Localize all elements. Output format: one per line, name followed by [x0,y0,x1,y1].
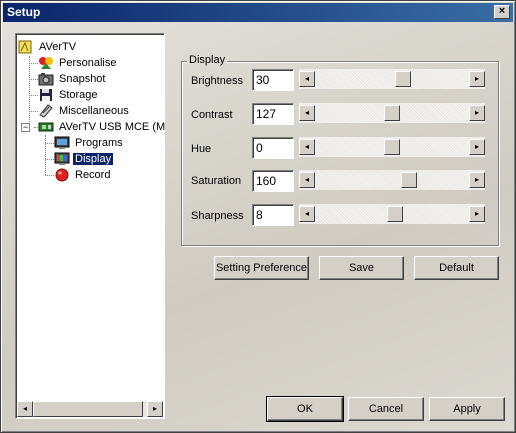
hue-field[interactable]: 0 [252,137,294,159]
title-bar[interactable]: Setup × [3,3,513,22]
slider-left-button[interactable]: ◂ [299,71,315,87]
hue-slider[interactable]: ◂ ▸ [299,137,485,157]
slider-left-button[interactable]: ◂ [299,139,315,155]
sharpness-field[interactable]: 8 [252,204,294,226]
usb-device-icon [38,120,54,134]
setup-window: Setup × AVerTV Personalise Snapshot Stor… [0,0,516,433]
tree-label: AVerTV USB MCE (M [59,121,166,134]
apply-button[interactable]: Apply [429,397,505,421]
tree-label: Snapshot [59,73,106,86]
tree-label: Storage [59,89,98,102]
brightness-field[interactable]: 30 [252,69,294,91]
tree-item-programs[interactable]: Programs [54,135,125,151]
tree-item-snapshot[interactable]: Snapshot [38,71,107,87]
tree-item-usb-device[interactable]: AVerTV USB MCE (M [38,119,167,135]
tree-item-personalise[interactable]: Personalise [38,55,118,71]
slider-right-button[interactable]: ▸ [469,172,485,188]
slider-left-button[interactable]: ◂ [299,105,315,121]
scroll-left-button[interactable]: ◂ [17,401,33,417]
contrast-slider[interactable]: ◂ ▸ [299,103,485,123]
setting-preference-button[interactable]: Setting Preference [214,256,309,280]
camera-icon [38,72,54,86]
slider-right-button[interactable]: ▸ [469,139,485,155]
tree-item-avertv[interactable]: AVerTV [18,39,78,55]
display-icon [54,152,70,166]
display-group-title: Display [187,54,228,66]
tree-item-miscellaneous[interactable]: Miscellaneous [38,103,131,119]
brightness-slider[interactable]: ◂ ▸ [299,69,485,89]
slider-thumb[interactable] [386,206,403,222]
collapse-toggle[interactable]: − [21,123,30,132]
tree-label: AVerTV [39,41,77,54]
slider-left-button[interactable]: ◂ [299,206,315,222]
saturation-field[interactable]: 160 [252,170,294,192]
tree-label: Miscellaneous [59,105,129,118]
ok-button[interactable]: OK [266,396,344,422]
brightness-label: Brightness [191,75,243,87]
avertv-icon [18,40,34,54]
tree-horizontal-scrollbar[interactable]: ◂ ▸ [17,401,163,417]
record-icon [54,168,70,182]
slider-right-button[interactable]: ▸ [469,71,485,87]
tree-item-display[interactable]: Display [54,151,114,167]
settings-tree[interactable]: AVerTV Personalise Snapshot Storage Misc… [15,33,165,419]
miscellaneous-icon [38,104,54,118]
close-button[interactable]: × [494,5,510,19]
tree-label: Display [73,153,114,166]
sharpness-slider[interactable]: ◂ ▸ [299,204,485,224]
slider-right-button[interactable]: ▸ [469,105,485,121]
personalise-icon [38,56,54,70]
scroll-thumb[interactable] [33,401,143,417]
tree-label: Record [75,169,111,182]
scroll-right-button[interactable]: ▸ [147,401,163,417]
saturation-slider[interactable]: ◂ ▸ [299,170,485,190]
contrast-label: Contrast [191,109,233,121]
tree-label: Personalise [59,57,117,70]
contrast-field[interactable]: 127 [252,103,294,125]
slider-thumb[interactable] [384,139,400,155]
save-button[interactable]: Save [319,256,404,280]
saturation-label: Saturation [191,175,242,187]
hue-label: Hue [191,143,212,155]
default-button[interactable]: Default [414,256,499,280]
floppy-disk-icon [38,88,54,102]
tree-item-storage[interactable]: Storage [38,87,100,103]
tree-label: Programs [75,137,123,150]
sharpness-label: Sharpness [191,210,244,222]
tree-item-record[interactable]: Record [54,167,112,183]
cancel-button[interactable]: Cancel [348,397,424,421]
slider-thumb[interactable] [395,71,412,87]
programs-icon [54,136,70,150]
slider-right-button[interactable]: ▸ [469,206,485,222]
window-title: Setup [7,5,41,19]
slider-thumb[interactable] [384,105,400,121]
slider-left-button[interactable]: ◂ [299,172,315,188]
slider-thumb[interactable] [400,172,417,188]
